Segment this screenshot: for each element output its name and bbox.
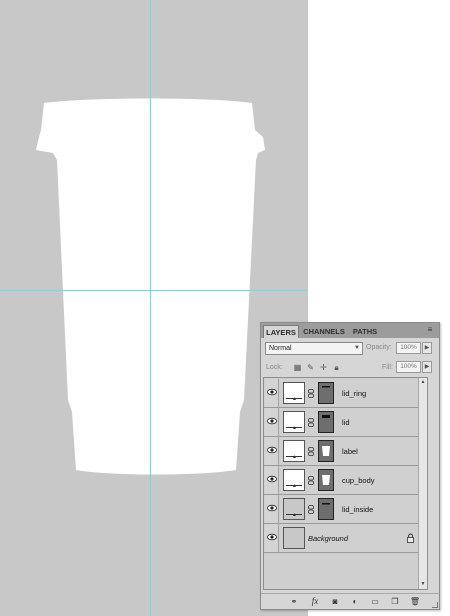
link-chain-icon[interactable] (308, 418, 314, 427)
layer-name[interactable]: Background (308, 534, 348, 543)
link-chain-icon[interactable] (308, 505, 314, 514)
resize-grip[interactable] (432, 602, 438, 608)
visibility-eye-icon[interactable] (265, 466, 279, 494)
vector-mask-thumbnail[interactable] (318, 498, 334, 520)
tab-paths[interactable]: PATHS (349, 325, 381, 338)
add-mask-icon[interactable]: ◙ (329, 596, 341, 607)
visibility-eye-icon[interactable] (265, 379, 279, 407)
link-chain-icon[interactable] (308, 476, 314, 485)
layer-list-scrollbar[interactable]: ▲ ▼ (418, 378, 427, 589)
tab-layers[interactable]: LAYERS (263, 325, 299, 338)
panel-bottom-toolbar: ⚭ fx ◙ ◐ ▭ ❐ 🗑︎ (261, 593, 439, 609)
vector-mask-thumbnail[interactable] (318, 469, 334, 491)
visibility-eye-icon[interactable] (265, 495, 279, 523)
layer-row-lid[interactable]: ▲ lid (264, 408, 427, 437)
vector-mask-thumbnail[interactable] (318, 411, 334, 433)
lock-label: Lock: (266, 364, 283, 371)
blend-mode-select[interactable]: Normal ▼ (265, 342, 363, 355)
panel-tab-bar: LAYERS CHANNELS PATHS ≡ (261, 323, 439, 338)
fx-icon[interactable]: fx (309, 596, 321, 607)
layer-name[interactable]: lid_inside (342, 505, 373, 514)
tab-channels[interactable]: CHANNELS (301, 325, 347, 338)
layer-thumbnail[interactable]: ▲ (283, 382, 305, 404)
vertical-guide-1[interactable] (150, 0, 151, 616)
layer-thumbnail[interactable]: ▲ (283, 469, 305, 491)
lock-position-icon[interactable]: ✛ (318, 362, 329, 373)
layer-thumbnail[interactable]: ▲ (283, 498, 305, 520)
layer-list: ▲ lid_ring ▲ lid ▲ label ▲ cup_body ▲ li… (263, 377, 428, 590)
trash-icon[interactable]: 🗑︎ (409, 596, 421, 607)
fill-label: Fill: (382, 364, 393, 371)
visibility-eye-icon[interactable] (265, 437, 279, 465)
layer-thumbnail[interactable]: ▲ (283, 411, 305, 433)
layer-row-background[interactable]: Background (264, 524, 427, 553)
scroll-down-arrow-icon[interactable]: ▼ (419, 580, 427, 589)
opacity-input[interactable]: 100% (396, 342, 421, 354)
visibility-eye-icon[interactable] (265, 524, 279, 552)
layer-name[interactable]: cup_body (342, 476, 375, 485)
layer-name[interactable]: label (342, 447, 358, 456)
lock-icon (407, 533, 414, 543)
layers-panel: LAYERS CHANNELS PATHS ≡ Normal ▼ Opacity… (260, 322, 440, 610)
chevron-down-icon: ▼ (354, 345, 360, 351)
fill-input[interactable]: 100% (396, 361, 421, 373)
fill-slider-arrow-icon[interactable]: ▶ (422, 361, 432, 373)
layer-row-lid-ring[interactable]: ▲ lid_ring (264, 379, 427, 408)
lock-image-pixels-icon[interactable]: ✎ (305, 362, 316, 373)
layer-thumbnail[interactable]: ▲ (283, 440, 305, 462)
opacity-slider-arrow-icon[interactable]: ▶ (422, 342, 432, 354)
opacity-label: Opacity: (366, 344, 392, 351)
blend-mode-value: Normal (269, 345, 292, 352)
photoshop-workspace: LAYERS CHANNELS PATHS ≡ Normal ▼ Opacity… (0, 0, 450, 616)
layer-row-lid-inside[interactable]: ▲ lid_inside (264, 495, 427, 524)
group-folder-icon[interactable]: ▭ (369, 596, 381, 607)
link-chain-icon[interactable] (308, 389, 314, 398)
layer-name[interactable]: lid_ring (342, 389, 366, 398)
vector-mask-thumbnail[interactable] (318, 440, 334, 462)
adjustment-icon[interactable]: ◐ (349, 596, 361, 607)
layer-row-cup-body[interactable]: ▲ cup_body (264, 466, 427, 495)
lock-transparent-pixels-icon[interactable]: ▦ (292, 362, 303, 373)
layer-row-label[interactable]: ▲ label (264, 437, 427, 466)
horizontal-guide-1[interactable] (0, 290, 308, 291)
scroll-up-arrow-icon[interactable]: ▲ (419, 378, 427, 387)
link-icon[interactable]: ⚭ (288, 596, 300, 607)
layer-name[interactable]: lid (342, 418, 350, 427)
layer-thumbnail[interactable] (283, 527, 305, 549)
visibility-eye-icon[interactable] (265, 408, 279, 436)
new-layer-icon[interactable]: ❐ (389, 596, 401, 607)
panel-menu-icon[interactable]: ≡ (425, 325, 435, 335)
lock-all-icon[interactable]: 🔒︎ (331, 362, 342, 373)
vector-mask-thumbnail[interactable] (318, 382, 334, 404)
link-chain-icon[interactable] (308, 447, 314, 456)
